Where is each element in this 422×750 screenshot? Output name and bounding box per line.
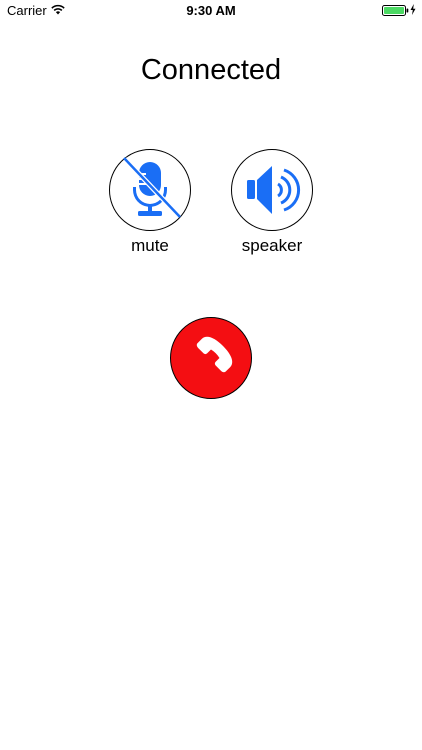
- speaker-icon: [247, 166, 301, 214]
- clock-time: 9:30 AM: [186, 3, 236, 18]
- speaker-label: speaker: [241, 236, 303, 255]
- mute-label: mute: [131, 236, 169, 255]
- status-bar: Carrier 9:30 AM: [0, 0, 422, 22]
- end-call-button[interactable]: [170, 317, 252, 399]
- speaker-button[interactable]: [231, 149, 313, 231]
- call-status-title: Connected: [140, 54, 282, 86]
- microphone-muted-icon: [123, 157, 181, 218]
- mute-button[interactable]: [109, 149, 191, 231]
- phone-hangup-icon: [196, 336, 233, 373]
- charging-bolt-icon: [410, 4, 416, 15]
- call-screen: Carrier 9:30 AM Connected mute speaker: [0, 0, 422, 750]
- battery-icon: [382, 5, 409, 16]
